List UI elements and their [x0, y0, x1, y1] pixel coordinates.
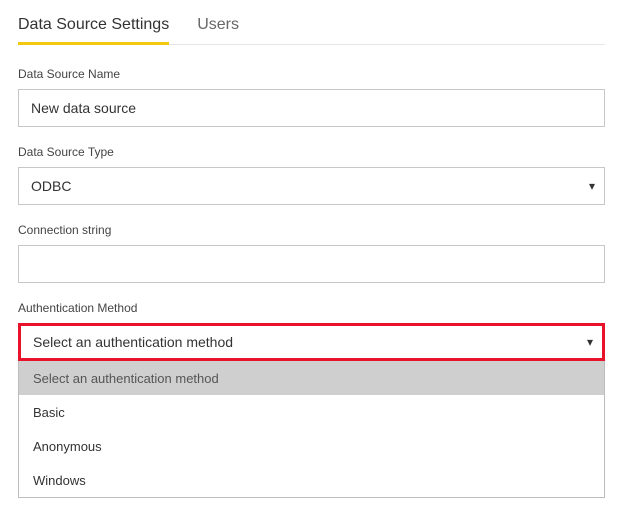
- select-data-source-type-wrap: ▾: [18, 167, 605, 205]
- field-authentication-method: Authentication Method ▾ Select an authen…: [18, 301, 605, 498]
- input-connection-string[interactable]: [18, 245, 605, 283]
- label-authentication-method: Authentication Method: [18, 301, 605, 315]
- select-authentication-method[interactable]: [18, 323, 605, 361]
- dropdown-authentication-method: Select an authentication method Basic An…: [18, 361, 605, 498]
- field-connection-string: Connection string: [18, 223, 605, 283]
- select-data-source-type[interactable]: [18, 167, 605, 205]
- dropdown-item-anonymous[interactable]: Anonymous: [19, 429, 604, 463]
- tab-data-source-settings[interactable]: Data Source Settings: [18, 16, 169, 44]
- label-data-source-name: Data Source Name: [18, 67, 605, 81]
- tab-bar: Data Source Settings Users: [18, 16, 605, 45]
- field-data-source-name: Data Source Name: [18, 67, 605, 127]
- dropdown-item-windows[interactable]: Windows: [19, 463, 604, 497]
- label-connection-string: Connection string: [18, 223, 605, 237]
- dropdown-item-basic[interactable]: Basic: [19, 395, 604, 429]
- label-data-source-type: Data Source Type: [18, 145, 605, 159]
- field-data-source-type: Data Source Type ▾: [18, 145, 605, 205]
- select-authentication-method-wrap: ▾: [18, 323, 605, 361]
- input-data-source-name[interactable]: [18, 89, 605, 127]
- tab-users[interactable]: Users: [197, 16, 239, 44]
- dropdown-item-placeholder[interactable]: Select an authentication method: [19, 361, 604, 395]
